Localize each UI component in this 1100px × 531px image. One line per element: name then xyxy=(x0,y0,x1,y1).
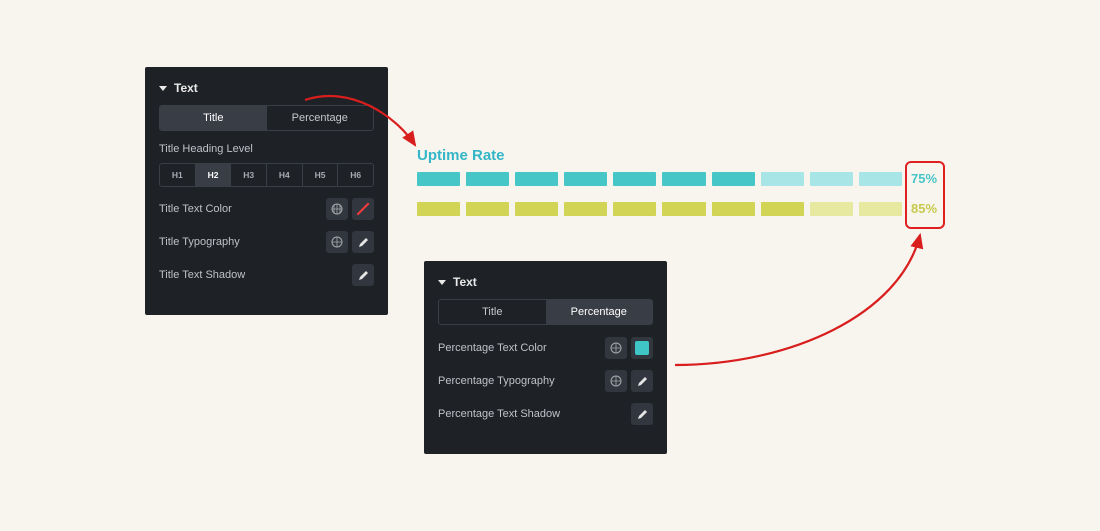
h2-button[interactable]: H2 xyxy=(196,164,232,186)
edit-button[interactable] xyxy=(631,403,653,425)
heading-level-buttons: H1 H2 H3 H4 H5 H6 xyxy=(159,163,374,187)
style-panel-title: Text Title Percentage Title Heading Leve… xyxy=(145,67,388,315)
tab-percentage[interactable]: Percentage xyxy=(267,106,374,130)
tab-group: Title Percentage xyxy=(438,299,653,325)
label-title-typography: Title Typography xyxy=(159,236,240,248)
edit-button[interactable] xyxy=(352,231,374,253)
section-title: Text xyxy=(453,275,477,289)
caret-down-icon xyxy=(159,86,167,91)
edit-button[interactable] xyxy=(631,370,653,392)
no-color-icon xyxy=(357,203,370,216)
label-title-text-color: Title Text Color xyxy=(159,203,232,215)
style-panel-percentage: Text Title Percentage Percentage Text Co… xyxy=(424,261,667,454)
h3-button[interactable]: H3 xyxy=(231,164,267,186)
row-title-text-shadow: Title Text Shadow xyxy=(159,264,374,286)
section-header[interactable]: Text xyxy=(159,81,374,95)
row-percentage-text-shadow: Percentage Text Shadow xyxy=(438,403,653,425)
progress-bar-2 xyxy=(417,202,902,216)
caret-down-icon xyxy=(438,280,446,285)
label-title-text-shadow: Title Text Shadow xyxy=(159,269,245,281)
tab-title[interactable]: Title xyxy=(439,300,546,324)
row-title-text-color: Title Text Color xyxy=(159,198,374,220)
preview-title: Uptime Rate xyxy=(417,147,505,164)
edit-button[interactable] xyxy=(352,264,374,286)
color-swatch-icon xyxy=(635,341,649,355)
global-icon[interactable] xyxy=(605,370,627,392)
tab-percentage[interactable]: Percentage xyxy=(546,300,653,324)
label-percentage-text-color: Percentage Text Color xyxy=(438,342,547,354)
tab-title[interactable]: Title xyxy=(160,106,267,130)
progress-bar-1 xyxy=(417,172,902,186)
global-icon[interactable] xyxy=(326,198,348,220)
label-percentage-typography: Percentage Typography xyxy=(438,375,555,387)
tab-group: Title Percentage xyxy=(159,105,374,131)
h1-button[interactable]: H1 xyxy=(160,164,196,186)
section-title: Text xyxy=(174,81,198,95)
h6-button[interactable]: H6 xyxy=(338,164,373,186)
label-percentage-text-shadow: Percentage Text Shadow xyxy=(438,408,560,420)
row-percentage-typography: Percentage Typography xyxy=(438,370,653,392)
row-percentage-text-color: Percentage Text Color xyxy=(438,337,653,359)
row-title-typography: Title Typography xyxy=(159,231,374,253)
color-picker-button[interactable] xyxy=(631,337,653,359)
percentage-value-2: 85% xyxy=(911,201,937,216)
annotation-arrow-2 xyxy=(670,225,940,375)
color-picker-button[interactable] xyxy=(352,198,374,220)
global-icon[interactable] xyxy=(605,337,627,359)
global-icon[interactable] xyxy=(326,231,348,253)
percentage-value-1: 75% xyxy=(911,171,937,186)
h4-button[interactable]: H4 xyxy=(267,164,303,186)
heading-level-label: Title Heading Level xyxy=(159,143,374,155)
section-header[interactable]: Text xyxy=(438,275,653,289)
h5-button[interactable]: H5 xyxy=(303,164,339,186)
